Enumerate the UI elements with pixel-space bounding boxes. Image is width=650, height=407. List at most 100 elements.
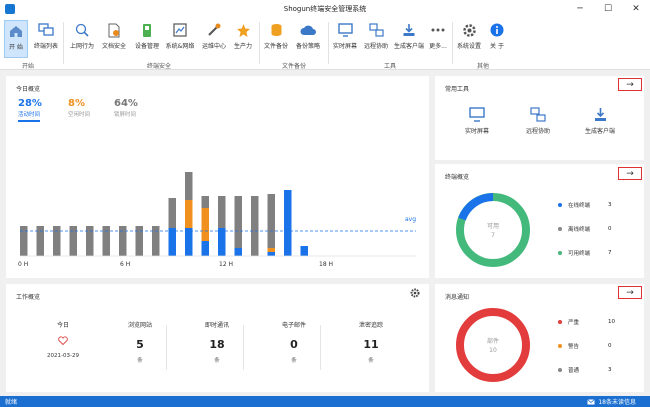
gear-icon[interactable]	[410, 288, 420, 300]
legend-available: 可用终端 7	[558, 249, 612, 257]
ribbon-terminal-list-button[interactable]: 终端列表	[32, 20, 60, 58]
about-icon	[489, 22, 505, 38]
tool-remote-assist-label: 远程协助	[526, 128, 551, 135]
messages-arrow-button[interactable]: →	[618, 286, 642, 299]
legend-dot	[558, 227, 562, 231]
column-divider	[243, 325, 244, 370]
overview-web[interactable]: 浏览网站 5 条	[110, 320, 170, 364]
x-tick-0: 0 H	[18, 261, 28, 268]
ribbon-file-backup-button[interactable]: 文件备份	[262, 20, 290, 58]
ribbon-web-behavior-button[interactable]: 上网行为	[67, 20, 97, 58]
settings-icon	[461, 22, 477, 38]
status-bar: 就绪 18条未读信息	[0, 396, 650, 407]
donut-center-value: 10	[489, 347, 497, 354]
bar-hour-11-series-1	[201, 208, 209, 241]
today-label: 今日	[56, 322, 69, 329]
group-separator	[452, 22, 453, 64]
bar-hour-0-series-2	[20, 226, 28, 256]
tool-realtime-screen[interactable]: 实时屏幕	[465, 107, 489, 135]
group-label-start: 开始	[22, 63, 35, 70]
ribbon-system-network-button[interactable]: 系统&网络	[164, 20, 196, 58]
productivity-icon	[235, 22, 251, 38]
tool-generate-client-label: 生成客户端	[585, 128, 616, 135]
window-title: Shogun终端安全管理系统	[283, 5, 367, 13]
column-divider	[320, 325, 321, 370]
bar-hour-13-series-2	[234, 196, 242, 248]
bar-hour-10-series-0	[185, 228, 193, 256]
donut-center-label: 可用	[487, 223, 499, 230]
maximize-button[interactable]: ☐	[594, 0, 622, 18]
bar-hour-10-series-2	[185, 172, 193, 200]
ribbon-about-button[interactable]: 关 于	[485, 20, 509, 58]
generate-client-icon	[401, 22, 417, 38]
ribbon-home-button[interactable]: 开 始	[4, 20, 28, 58]
bar-hour-15-series-0	[267, 252, 275, 256]
bar-hour-10-series-1	[185, 200, 193, 228]
file-backup-icon	[268, 22, 284, 38]
group-separator	[328, 22, 329, 64]
bar-hour-1-series-2	[36, 226, 44, 256]
ribbon-document-security-label: 文档安全	[101, 43, 126, 50]
terminal-overview-title: 终端概览	[445, 174, 470, 181]
overview-im[interactable]: 即时通讯 18 条	[187, 320, 247, 364]
ribbon-productivity-label: 生产力	[233, 43, 252, 50]
bar-hour-3-series-2	[69, 226, 77, 256]
common-tools-title: 常用工具	[445, 86, 470, 93]
bar-hour-15-series-2	[267, 194, 275, 248]
terminal-overview-arrow-button[interactable]: →	[618, 167, 642, 180]
group-label-file-backup: 文件备份	[282, 63, 307, 70]
tool-generate-client[interactable]: 生成客户端	[585, 107, 615, 135]
group-separator	[259, 22, 260, 64]
group-label-other: 其他	[477, 63, 490, 70]
messages-donut-chart: 部件 10	[456, 308, 530, 382]
terminal-donut-chart: 可用 7	[456, 193, 530, 267]
ribbon-more-button[interactable]: 更多...	[427, 20, 449, 58]
remote-assist-icon	[530, 107, 546, 122]
legend-dot	[558, 368, 562, 372]
terminal-overview-card: 终端概览 → 可用 7	[435, 164, 644, 278]
more-icon	[430, 22, 446, 38]
bar-hour-11-series-2	[201, 196, 209, 208]
ribbon-settings-button[interactable]: 系统设置	[455, 20, 483, 58]
unread-messages[interactable]: 18条未读信息	[587, 397, 636, 406]
ribbon-realtime-screen-button[interactable]: 实时屏幕	[331, 20, 359, 58]
messages-card: 消息通知 → 部件 10	[435, 284, 644, 392]
x-tick-12: 12 H	[219, 261, 233, 268]
bar-hour-17-series-0	[300, 246, 308, 256]
tool-realtime-screen-label: 实时屏幕	[465, 128, 490, 135]
document-security-icon	[106, 22, 122, 38]
ribbon-remote-assist-label: 远程协助	[363, 43, 388, 50]
bar-hour-13-series-0	[234, 248, 242, 256]
ribbon-file-backup-label: 文件备份	[263, 43, 288, 50]
legend-offline: 离线终端 0	[558, 225, 612, 233]
legend-warning: 警告 0	[558, 342, 612, 350]
ribbon-generate-client-button[interactable]: 生成客户端	[392, 20, 426, 58]
ribbon-toolbar: 开 始 终端列表 上网行为 文档安全 设备管理 系统&网络 运维中心 生产力 文…	[0, 18, 650, 70]
generate-client-icon	[594, 108, 606, 121]
common-tools-arrow-button[interactable]: →	[618, 78, 642, 91]
tool-remote-assist[interactable]: 远程协助	[526, 107, 550, 135]
bar-hour-5-series-2	[102, 226, 110, 256]
ribbon-document-security-button[interactable]: 文档安全	[99, 20, 129, 58]
mail-icon	[587, 398, 596, 404]
overview-email[interactable]: 电子邮件 0 条	[264, 320, 324, 364]
ribbon-productivity-button[interactable]: 生产力	[230, 20, 256, 58]
ribbon-backup-policy-button[interactable]: 备份策略	[293, 20, 323, 58]
ribbon-ops-center-button[interactable]: 运维中心	[199, 20, 229, 58]
group-label-tools: 工具	[384, 63, 397, 70]
bar-hour-12-series-2	[218, 196, 226, 228]
ribbon-realtime-screen-label: 实时屏幕	[332, 43, 357, 50]
group-label-terminal-security: 终端安全	[147, 63, 172, 70]
web-behavior-icon	[74, 22, 90, 38]
legend-severe: 严重 10	[558, 318, 615, 326]
status-text: 就绪	[5, 399, 18, 406]
close-button[interactable]: ✕	[622, 0, 650, 18]
device-management-icon	[139, 22, 155, 38]
ribbon-device-management-button[interactable]: 设备管理	[132, 20, 162, 58]
minimize-button[interactable]: ─	[566, 0, 594, 18]
ribbon-generate-client-label: 生成客户端	[393, 43, 424, 50]
ribbon-remote-assist-button[interactable]: 远程协助	[361, 20, 391, 58]
backup-policy-icon	[300, 22, 316, 38]
system-network-icon	[172, 22, 188, 38]
overview-leak-tracking[interactable]: 泄密追踪 11 条	[341, 320, 401, 364]
